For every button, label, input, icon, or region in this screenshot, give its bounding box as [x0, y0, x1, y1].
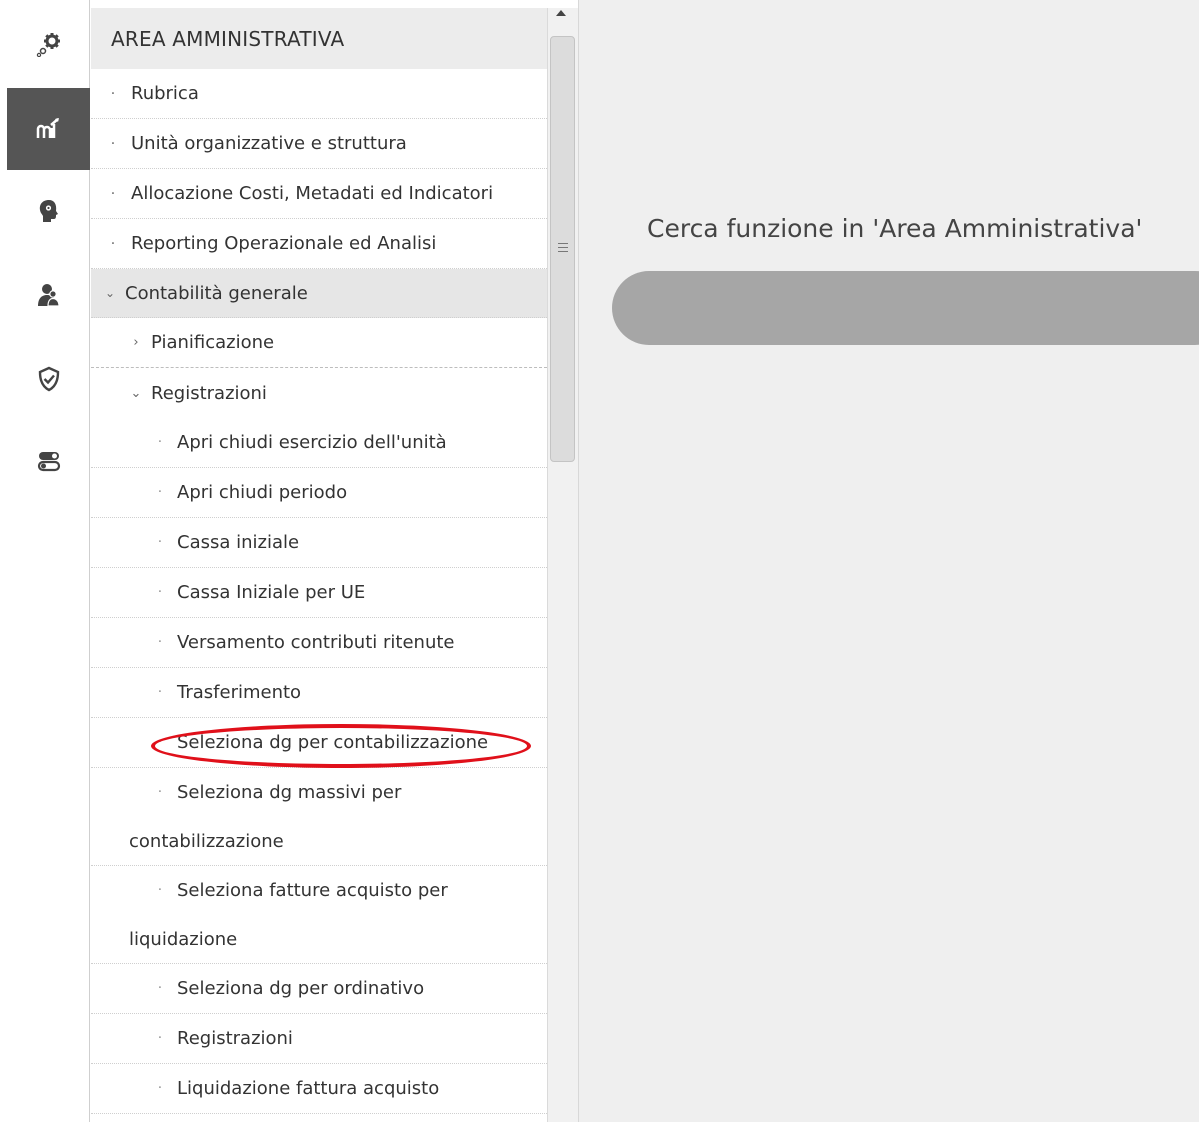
- menu-leaf-apri-chiudi-periodo[interactable]: · Apri chiudi periodo: [91, 468, 547, 518]
- menu-subgroup-pianificazione[interactable]: › Pianificazione: [91, 318, 547, 368]
- menu-leaf-label: Seleziona dg per contabilizzazione: [177, 732, 489, 753]
- menu-leaf-label: Seleziona dg massivi per: [177, 782, 402, 804]
- menu-leaf-label: Liquidazione fattura acquisto: [177, 1078, 440, 1099]
- menu-group-contabilita-generale[interactable]: ⌄ Contabilità generale: [91, 269, 547, 318]
- bullet-icon: ·: [157, 785, 163, 801]
- menu-leaf-registrazioni[interactable]: · Registrazioni: [91, 1014, 547, 1064]
- menu-leaf-label: Versamento contributi ritenute: [177, 632, 455, 653]
- bullet-icon: ·: [157, 735, 163, 750]
- menu-item-label: Rubrica: [131, 83, 199, 104]
- menu-subgroup-registrazioni[interactable]: ⌄ Registrazioni: [91, 368, 547, 418]
- rail-item-administrative[interactable]: [7, 88, 90, 170]
- menu-leaf-cassa-iniziale[interactable]: · Cassa iniziale: [91, 518, 547, 568]
- menu-item-label: Unità organizzative e struttura: [131, 133, 407, 154]
- menu-leaf-label: Seleziona fatture acquisto per: [177, 880, 448, 902]
- grip-icon: [558, 243, 568, 255]
- menu-item-allocazione-costi[interactable]: · Allocazione Costi, Metadati ed Indicat…: [91, 169, 547, 219]
- rail-item-settings-toggles[interactable]: [7, 420, 90, 502]
- bullet-icon: ·: [157, 535, 163, 550]
- menu-leaf-label-continued: liquidazione: [129, 928, 238, 950]
- menu-item-reporting[interactable]: · Reporting Operazionale ed Analisi: [91, 219, 547, 269]
- menu-item-rubrica[interactable]: · Rubrica: [91, 69, 547, 119]
- bullet-icon: ·: [110, 235, 116, 252]
- menu-group-label: Contabilità generale: [125, 282, 308, 304]
- search-input[interactable]: [612, 271, 1199, 345]
- navigation-menu: AREA AMMINISTRATIVA · Rubrica · Unità or…: [91, 8, 547, 1122]
- bullet-icon: ·: [110, 185, 116, 202]
- scrollbar-thumb[interactable]: [550, 36, 575, 462]
- chevron-down-icon: ⌄: [104, 286, 116, 300]
- rail-item-users[interactable]: [7, 254, 90, 336]
- menu-scrollbar[interactable]: [547, 8, 578, 1122]
- scroll-up-arrow-icon[interactable]: [556, 10, 566, 16]
- menu-subgroup-label: Pianificazione: [151, 332, 275, 353]
- shield-check-icon: [38, 366, 59, 392]
- menu-leaf-label: Cassa iniziale: [177, 532, 300, 553]
- bullet-icon: ·: [157, 1031, 163, 1046]
- menu-leaf-seleziona-dg-contabilizzazione[interactable]: · Seleziona dg per contabilizzazione: [91, 718, 547, 768]
- bullet-icon: ·: [157, 1081, 163, 1096]
- search-label: Cerca funzione in 'Area Amministrativa': [647, 214, 1143, 243]
- rail-item-settings[interactable]: [7, 3, 90, 85]
- menu-leaf-versamento-contributi[interactable]: · Versamento contributi ritenute: [91, 618, 547, 668]
- menu-leaf-liquidazione-fattura[interactable]: · Liquidazione fattura acquisto: [91, 1064, 547, 1114]
- menu-leaf-label: Apri chiudi periodo: [177, 482, 348, 503]
- chevron-down-icon: ⌄: [130, 385, 142, 401]
- menu-leaf-label: Seleziona dg per ordinativo: [177, 978, 425, 999]
- bullet-icon: ·: [157, 635, 163, 650]
- menu-item-label: Reporting Operazionale ed Analisi: [131, 233, 437, 254]
- bullet-icon: ·: [110, 135, 116, 152]
- chart-icon: [36, 118, 59, 138]
- menu-leaf-seleziona-dg-massivi[interactable]: · Seleziona dg massivi per contabilizzaz…: [91, 768, 547, 866]
- menu-leaf-label: Cassa Iniziale per UE: [177, 582, 366, 603]
- gears-icon: [36, 33, 60, 57]
- main-panel: Cerca funzione in 'Area Amministrativa': [578, 0, 1199, 1122]
- menu-leaf-label: Apri chiudi esercizio dell'unità: [177, 432, 447, 453]
- bullet-icon: ·: [157, 485, 163, 500]
- toggles-icon: [37, 452, 60, 472]
- menu-title: AREA AMMINISTRATIVA: [91, 8, 547, 69]
- bullet-icon: ·: [110, 85, 116, 102]
- bullet-icon: ·: [157, 585, 163, 600]
- rail-item-security[interactable]: [7, 338, 90, 420]
- chevron-right-icon: ›: [133, 335, 139, 350]
- bullet-icon: ·: [157, 883, 163, 899]
- icon-rail: [0, 0, 90, 1122]
- menu-leaf-apri-chiudi-esercizio[interactable]: · Apri chiudi esercizio dell'unità: [91, 418, 547, 468]
- menu-leaf-seleziona-dg-ordinativo[interactable]: · Seleziona dg per ordinativo: [91, 964, 547, 1014]
- menu-leaf-seleziona-fatture-acquisto[interactable]: · Seleziona fatture acquisto per liquida…: [91, 866, 547, 964]
- menu-leaf-trasferimento[interactable]: · Trasferimento: [91, 668, 547, 718]
- rail-item-brain[interactable]: [7, 170, 90, 252]
- menu-leaf-label: Trasferimento: [177, 682, 302, 703]
- menu-subgroup-label: Registrazioni: [151, 382, 267, 404]
- bullet-icon: ·: [157, 435, 163, 450]
- menu-item-unita-organizzative[interactable]: · Unità organizzative e struttura: [91, 119, 547, 169]
- bullet-icon: ·: [157, 981, 163, 996]
- bullet-icon: ·: [157, 685, 163, 700]
- users-icon: [37, 284, 60, 307]
- menu-leaf-label: Registrazioni: [177, 1028, 293, 1049]
- menu-leaf-label-continued: contabilizzazione: [129, 830, 284, 852]
- menu-item-label: Allocazione Costi, Metadati ed Indicator…: [131, 183, 494, 204]
- menu-leaf-cassa-iniziale-ue[interactable]: · Cassa Iniziale per UE: [91, 568, 547, 618]
- brain-icon: [39, 200, 58, 222]
